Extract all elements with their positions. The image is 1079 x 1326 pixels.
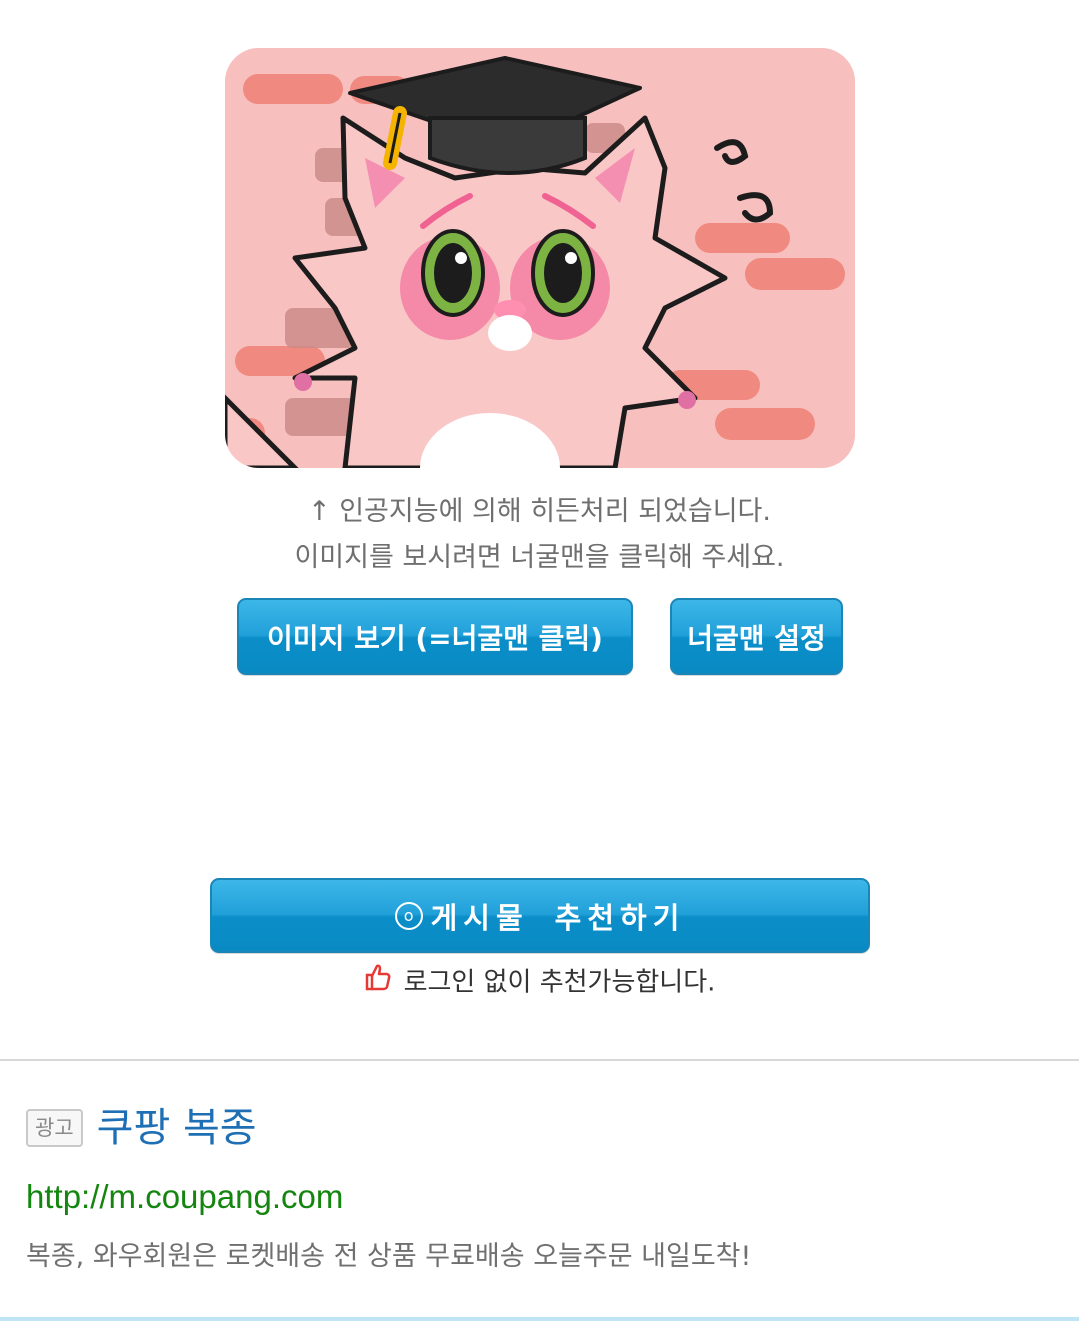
page: ↑ 인공지능에 의해 히든처리 되었습니다. 이미지를 보시려면 너굴맨을 클릭… [0, 0, 1079, 1326]
ad-header: 광고 쿠팡 복종 [26, 1103, 257, 1153]
section-divider [0, 1059, 1079, 1061]
hidden-image-mascot[interactable] [225, 48, 855, 468]
hidden-notice-line2: 이미지를 보시려면 너굴맨을 클릭해 주세요. [294, 542, 785, 573]
thumbs-up-icon [364, 963, 392, 1003]
recommend-note: 로그인 없이 추천가능합니다. [0, 962, 1079, 1003]
recommend-note-text: 로그인 없이 추천가능합니다. [403, 967, 716, 998]
recommend-label-part1: 게시물 [430, 900, 529, 935]
ad-url-link[interactable]: http://m.coupang.com [26, 1175, 343, 1219]
graduation-cat-mascot-icon [225, 48, 855, 468]
view-image-button[interactable]: 이미지 보기 (=너굴맨 클릭) [237, 598, 633, 675]
ad-title-link[interactable]: 쿠팡 복종 [97, 1103, 257, 1153]
mascot-settings-button[interactable]: 너굴맨 설정 [670, 598, 843, 675]
hidden-notice-line1: ↑ 인공지능에 의해 히든처리 되었습니다. [308, 496, 771, 527]
ad-badge: 광고 [26, 1109, 83, 1147]
ad-description: 복종, 와우회원은 로켓배송 전 상품 무료배송 오늘주문 내일도착! [26, 1241, 752, 1272]
recommend-label-part2: 추천하기 [554, 900, 686, 935]
bottom-border [0, 1317, 1079, 1321]
recommend-post-button[interactable]: o 게시물 추천하기 [210, 878, 870, 953]
circle-o-icon: o [394, 901, 423, 930]
